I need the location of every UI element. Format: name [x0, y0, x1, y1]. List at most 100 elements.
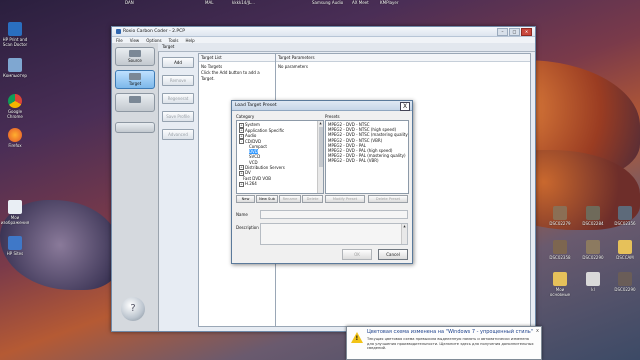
desktop-icon-label: kl	[591, 287, 595, 292]
desktop-icon-photo[interactable]: DSC02284	[578, 206, 608, 226]
desktop-icon-label: DSC02358	[549, 255, 571, 260]
desktop-label[interactable]: kkkk14/JL...	[232, 0, 255, 5]
advanced-button[interactable]: Advanced	[162, 129, 194, 140]
computer-icon	[8, 58, 22, 72]
category-tree[interactable]: + System + Application Specific + Audio - CD/DV…	[236, 120, 324, 194]
description-scrollbar[interactable]: ▲	[401, 224, 407, 244]
chrome-icon	[8, 94, 22, 108]
ok-button[interactable]: OK	[342, 249, 372, 260]
photo-icon	[618, 272, 632, 286]
minimize-button[interactable]: –	[497, 28, 508, 36]
desktop-icon-computer[interactable]: Компьютер	[0, 58, 30, 78]
collapse-icon[interactable]: -	[239, 139, 244, 144]
target-list-hint: Click the Add button to add a Target.	[201, 70, 260, 81]
photo-icon	[618, 206, 632, 220]
target-actions: Add Remove Regenerat Save Profile Advanc…	[162, 57, 194, 147]
maximize-button[interactable]: □	[509, 28, 520, 36]
printer-icon	[8, 22, 22, 36]
sidebar-target-button[interactable]: Target	[115, 70, 155, 89]
notification-close-button[interactable]: x	[536, 328, 539, 334]
category-item-label: DV	[245, 170, 251, 176]
desktop-icon-label: Мои основные	[549, 287, 571, 297]
presets-list[interactable]: MPEG2 - DVD - NTSC MPEG2 - DVD - NTSC (hi…	[325, 120, 409, 194]
notification-body: Текущая цветовая схема превысила выделен…	[367, 337, 534, 351]
sidebar-start-button[interactable]	[115, 122, 155, 133]
desktop-icon-photo[interactable]: DSC02279	[545, 206, 575, 226]
desktop-icon-label: Мои изображения	[0, 215, 30, 225]
app-title: Roxio Carbon Coder - 2.PCP	[123, 29, 185, 34]
regenerate-button[interactable]: Regenerat	[162, 93, 194, 104]
hp-icon	[8, 236, 22, 250]
desktop-icon-label: HP Sites	[6, 251, 24, 256]
desktop-icon-label: Компьютер	[3, 73, 27, 78]
convert-icon	[129, 96, 141, 103]
load-target-preset-dialog: Load Target Preset X Category Presets + S…	[231, 100, 413, 264]
presets-label: Presets	[325, 114, 340, 119]
delete-preset-button[interactable]: Delete Preset	[368, 195, 408, 203]
window-controls: – □ ✕	[497, 28, 532, 36]
scroll-thumb[interactable]	[318, 127, 323, 167]
desktop-icon-label: DSCCAM	[616, 255, 634, 260]
rename-category-button[interactable]: Rename	[279, 195, 301, 203]
document-icon	[8, 200, 22, 214]
desktop-label[interactable]: KMPlayer	[380, 0, 399, 5]
dialog-title: Load Target Preset	[235, 103, 277, 108]
remove-target-button[interactable]: Remove	[162, 75, 194, 86]
folder-icon	[618, 240, 632, 254]
desktop-icon-label: DSC02356	[614, 221, 636, 226]
warning-mark: !	[355, 335, 359, 342]
desktop-icon-hp-print[interactable]: HP Print and Scan Doctor	[0, 22, 30, 47]
desktop-icon-photo[interactable]: DSC02290	[610, 272, 640, 292]
name-field[interactable]	[260, 210, 408, 219]
scroll-up-icon[interactable]: ▲	[402, 224, 407, 229]
app-title-bar[interactable]: Roxio Carbon Coder - 2.PCP – □ ✕	[112, 27, 535, 37]
sidebar-convert-button[interactable]	[115, 93, 155, 112]
expand-icon[interactable]: +	[239, 122, 244, 128]
category-scrollbar[interactable]: ▲	[317, 121, 323, 193]
file-icon	[586, 272, 600, 286]
desktop-icon-label: DSC02290	[582, 255, 604, 260]
desktop-icon-label: HP Print and Scan Doctor	[2, 37, 28, 47]
category-item-label: System	[245, 122, 260, 127]
category-item-label: Distribution Servers	[245, 164, 285, 170]
desktop-icon-folder[interactable]: DSCCAM	[610, 240, 640, 260]
new-sub-category-button[interactable]: New Sub	[256, 195, 278, 203]
desktop-icon-photo[interactable]: DSC02290	[578, 240, 608, 260]
new-category-button[interactable]: New	[236, 195, 255, 203]
name-label: Name	[236, 212, 248, 217]
preset-item[interactable]: MPEG2 - DVD - NTSC (mastering quality)	[326, 132, 408, 137]
photo-icon	[586, 240, 600, 254]
desktop-icon-photo[interactable]: DSC02358	[545, 240, 575, 260]
notification-title: Цветовая схема изменена на "Windows 7 - …	[367, 329, 533, 335]
desktop-label[interactable]: DAN	[125, 0, 134, 5]
desktop-label[interactable]: AX Meet	[352, 0, 369, 5]
sidebar: Source Target ?	[112, 43, 159, 331]
save-profile-button[interactable]: Save Profile	[162, 111, 194, 122]
cancel-button[interactable]: Cancel	[378, 249, 408, 260]
desktop-label[interactable]: MAL	[205, 0, 213, 5]
sidebar-source-button[interactable]: Source	[115, 47, 155, 66]
expand-icon[interactable]: +	[239, 181, 244, 187]
help-icon[interactable]: ?	[121, 297, 145, 321]
sidebar-target-label: Target	[128, 81, 142, 86]
desktop-icon-pictures[interactable]: Мои изображения	[0, 200, 30, 225]
category-item[interactable]: + H.264	[239, 181, 323, 187]
desktop-icon-folder[interactable]: Мои основные	[545, 272, 575, 297]
color-scheme-notification[interactable]: ! Цветовая схема изменена на "Windows 7 …	[346, 326, 542, 360]
preset-item[interactable]: MPEG2 - DVD - PAL (VBR)	[326, 158, 408, 163]
desktop-icon-hp-sites[interactable]: HP Sites	[0, 236, 30, 256]
dialog-title-bar[interactable]: Load Target Preset X	[232, 101, 412, 111]
description-field[interactable]: ▲	[260, 223, 408, 245]
close-button[interactable]: ✕	[521, 28, 532, 36]
desktop-icon-photo[interactable]: DSC02356	[610, 206, 640, 226]
scroll-up-icon[interactable]: ▲	[318, 121, 323, 126]
delete-category-button[interactable]: Delete	[302, 195, 323, 203]
desktop-icon-file[interactable]: kl	[578, 272, 608, 292]
modify-preset-button[interactable]: Modify Preset	[325, 195, 365, 203]
expand-icon[interactable]: +	[239, 133, 244, 139]
desktop-icon-chrome[interactable]: Google Chrome	[0, 94, 30, 119]
desktop-icon-firefox[interactable]: Firefox	[0, 128, 30, 148]
dialog-close-button[interactable]: X	[400, 102, 410, 111]
desktop-label[interactable]: Samsung Audio	[312, 0, 343, 5]
add-target-button[interactable]: Add	[162, 57, 194, 68]
